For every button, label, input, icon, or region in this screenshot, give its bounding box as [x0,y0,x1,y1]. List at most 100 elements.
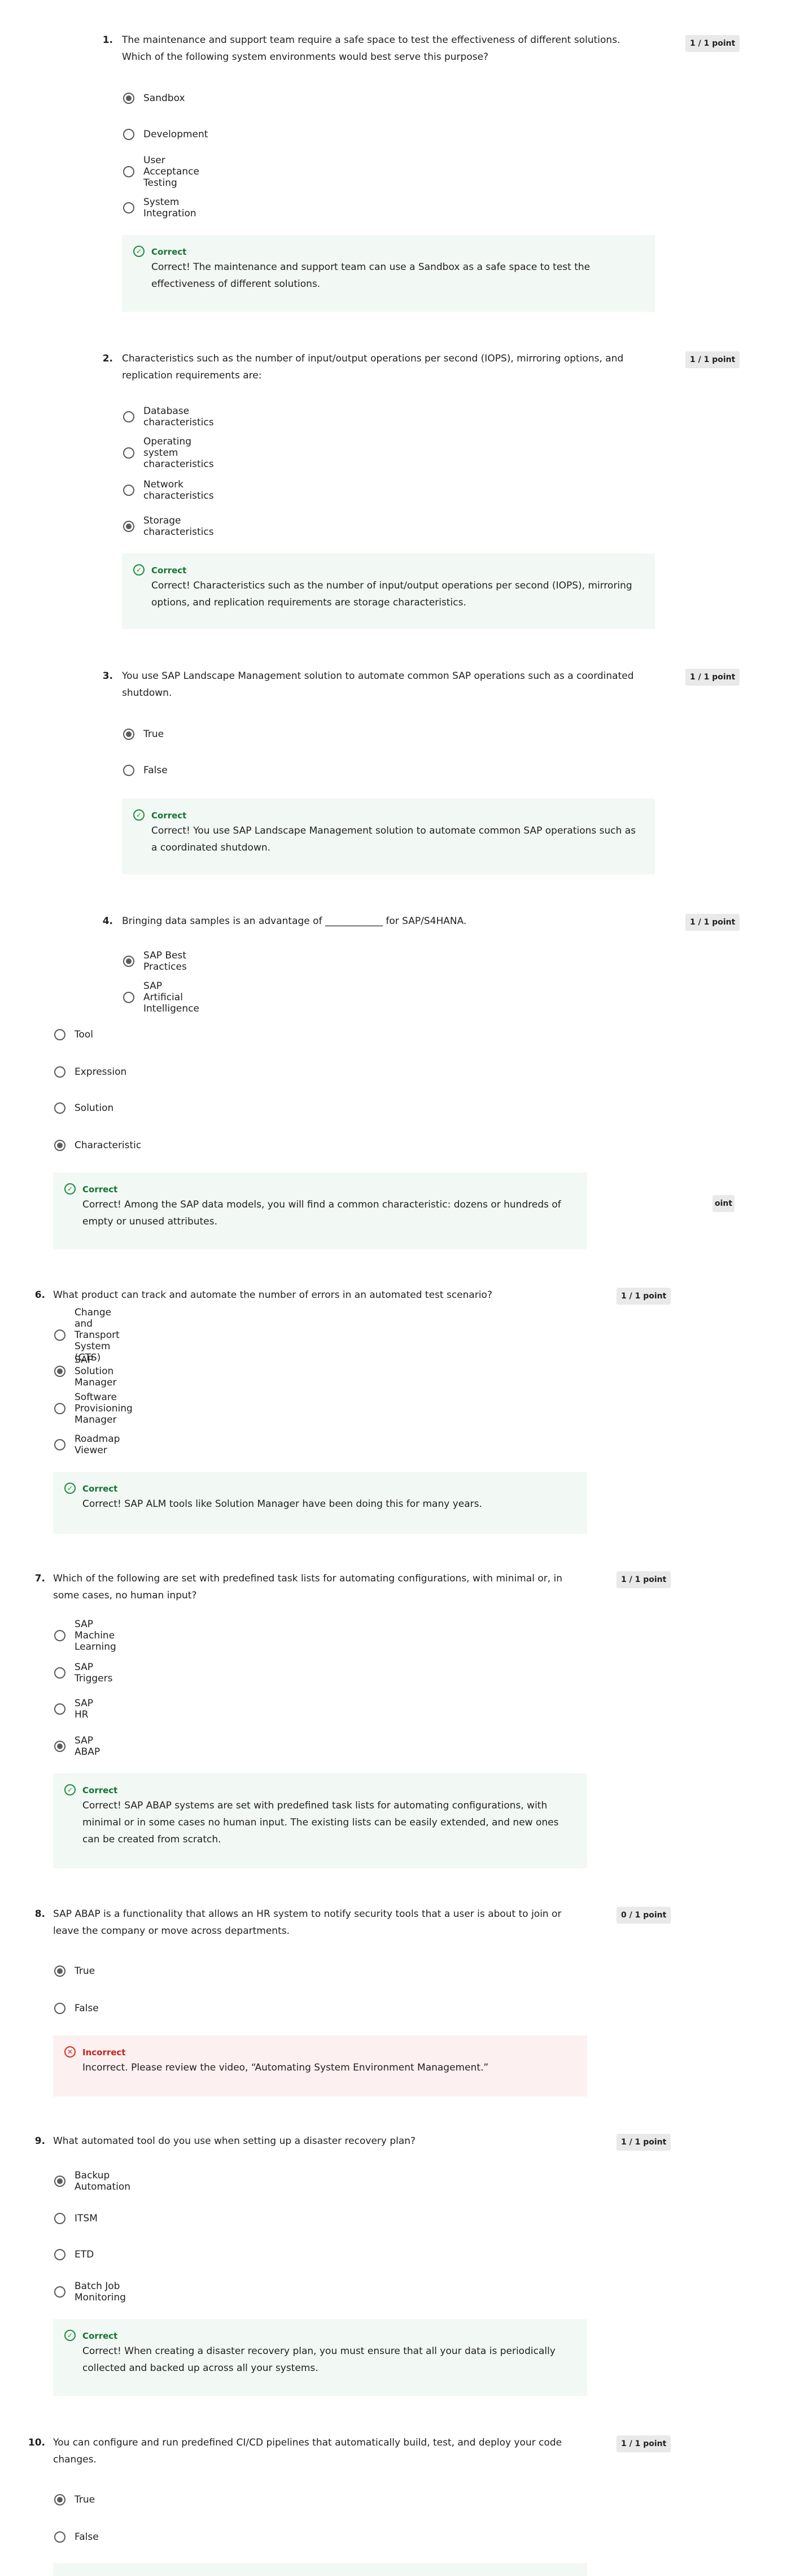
option-itsm[interactable]: ITSM [54,2209,98,2228]
radio[interactable] [54,1703,65,1715]
points-badge: 1 / 1 point [617,1571,671,1588]
radio-selected[interactable] [123,521,134,532]
option-label: SAP ABAP [75,1735,100,1758]
radio[interactable] [123,765,134,776]
radio[interactable] [54,2531,65,2543]
option-tool[interactable]: Tool [54,1026,93,1044]
option-solution-manager[interactable]: SAP Solution Manager [54,1354,117,1388]
option-development[interactable]: Development [123,125,208,143]
radio-selected[interactable] [54,2176,65,2187]
option-operating-system[interactable]: Operating system characteristics [123,436,214,470]
points-badge: 1 / 1 point [685,669,740,686]
option-etd[interactable]: ETD [54,2246,94,2264]
option-label: SAP Best Practices [143,950,187,973]
option-sap-abap[interactable]: SAP ABAP [54,1735,100,1758]
feedback-status: Correct [82,1785,118,1795]
check-circle-icon: ✓ [64,1483,76,1494]
radio[interactable] [54,1667,65,1679]
option-solution[interactable]: Solution [54,1099,113,1117]
feedback-status: Incorrect [82,2047,126,2058]
radio-selected[interactable] [123,93,134,104]
option-swpm[interactable]: Software Provisioning Manager [54,1392,133,1426]
option-database[interactable]: Database characteristics [123,406,214,428]
option-label: User Acceptance Testing [143,155,199,189]
option-uat[interactable]: User Acceptance Testing [123,155,199,189]
option-true[interactable]: True [54,2491,95,2509]
radio-selected[interactable] [54,2494,65,2505]
feedback-text: Incorrect. Please review the video, “Aut… [82,2062,489,2073]
option-expression[interactable]: Expression [54,1063,126,1081]
radio[interactable] [54,2286,65,2298]
feedback-status: Correct [82,1484,118,1494]
option-sandbox[interactable]: Sandbox [123,89,185,107]
check-circle-icon: ✓ [64,1784,76,1795]
option-label: True [143,729,164,740]
option-label: SAP Artificial Intelligence [143,980,199,1014]
question-number: 1. [102,34,113,46]
radio[interactable] [54,1330,65,1341]
x-circle-icon: ✕ [64,2046,76,2058]
radio[interactable] [123,166,134,177]
option-sap-hr[interactable]: SAP HR [54,1698,93,1720]
option-label: Solution [75,1102,114,1114]
option-label: Batch Job Monitoring [75,2281,126,2303]
option-storage[interactable]: Storage characteristics [123,515,214,538]
option-sap-triggers[interactable]: SAP Triggers [54,1662,113,1684]
radio[interactable] [123,202,134,213]
option-false[interactable]: False [123,761,168,779]
option-batch-job-monitoring[interactable]: Batch Job Monitoring [54,2281,126,2303]
option-system-integration[interactable]: System Integration [123,197,196,219]
option-false[interactable]: False [54,2528,99,2546]
feedback-text: Correct! SAP ABAP systems are set with p… [82,1800,559,1845]
radio[interactable] [54,1439,65,1450]
radio[interactable] [54,1029,65,1040]
radio[interactable] [54,2003,65,2014]
option-network[interactable]: Network characteristics [123,479,214,502]
radio[interactable] [54,2249,65,2260]
radio-selected[interactable] [54,1965,65,1977]
radio[interactable] [54,2213,65,2224]
radio[interactable] [123,129,134,140]
radio[interactable] [54,1403,65,1414]
feedback-status: Correct [82,2331,118,2341]
option-label: Software Provisioning Manager [75,1392,133,1426]
option-label: ETD [75,2249,94,2260]
points-badge: 1 / 1 point [617,2134,671,2151]
radio-selected[interactable] [54,1741,65,1752]
radio[interactable] [123,447,134,459]
radio-selected[interactable] [54,1140,65,1151]
option-sap-ml[interactable]: SAP Machine Learning [54,1619,116,1653]
radio[interactable] [123,485,134,496]
option-label: False [75,2003,99,2014]
option-roadmap-viewer[interactable]: Roadmap Viewer [54,1433,120,1456]
question-number: 7. [34,1573,45,1584]
option-sap-ai[interactable]: SAP Artificial Intelligence [123,980,199,1014]
feedback-text: Correct! You use SAP Landscape Managemen… [151,825,636,853]
feedback-status: Correct [151,565,187,576]
radio[interactable] [54,1630,65,1641]
points-badge-clipped: oint [712,1195,735,1212]
option-false[interactable]: False [54,1999,99,2017]
radio[interactable] [123,411,134,422]
feedback-text: Correct! Characteristics such as the num… [151,580,632,608]
option-backup-automation[interactable]: Backup Automation [54,2170,130,2193]
option-sap-best-practices[interactable]: SAP Best Practices [123,950,187,973]
feedback-correct-clipped [53,2563,587,2576]
option-true[interactable]: True [123,725,164,743]
question-text: Bringing data samples is an advantage of… [122,916,467,927]
option-characteristic[interactable]: Characteristic [54,1136,141,1154]
feedback-correct: ✓ Correct Correct! SAP ALM tools like So… [53,1472,587,1534]
radio-selected[interactable] [54,1366,65,1377]
radio-selected[interactable] [123,729,134,740]
radio[interactable] [54,1102,65,1114]
option-label: Operating system characteristics [143,436,214,470]
option-label: SAP Triggers [75,1662,113,1684]
option-true[interactable]: True [54,1962,95,1980]
option-cts[interactable]: Change and Transport System (CTS) [54,1307,120,1363]
radio-selected[interactable] [123,956,134,967]
option-label: False [75,2531,99,2543]
question-text: What automated tool do you use when sett… [53,2135,416,2147]
radio[interactable] [123,992,134,1003]
question-text: The maintenance and support team require… [122,34,620,63]
radio[interactable] [54,1066,65,1078]
